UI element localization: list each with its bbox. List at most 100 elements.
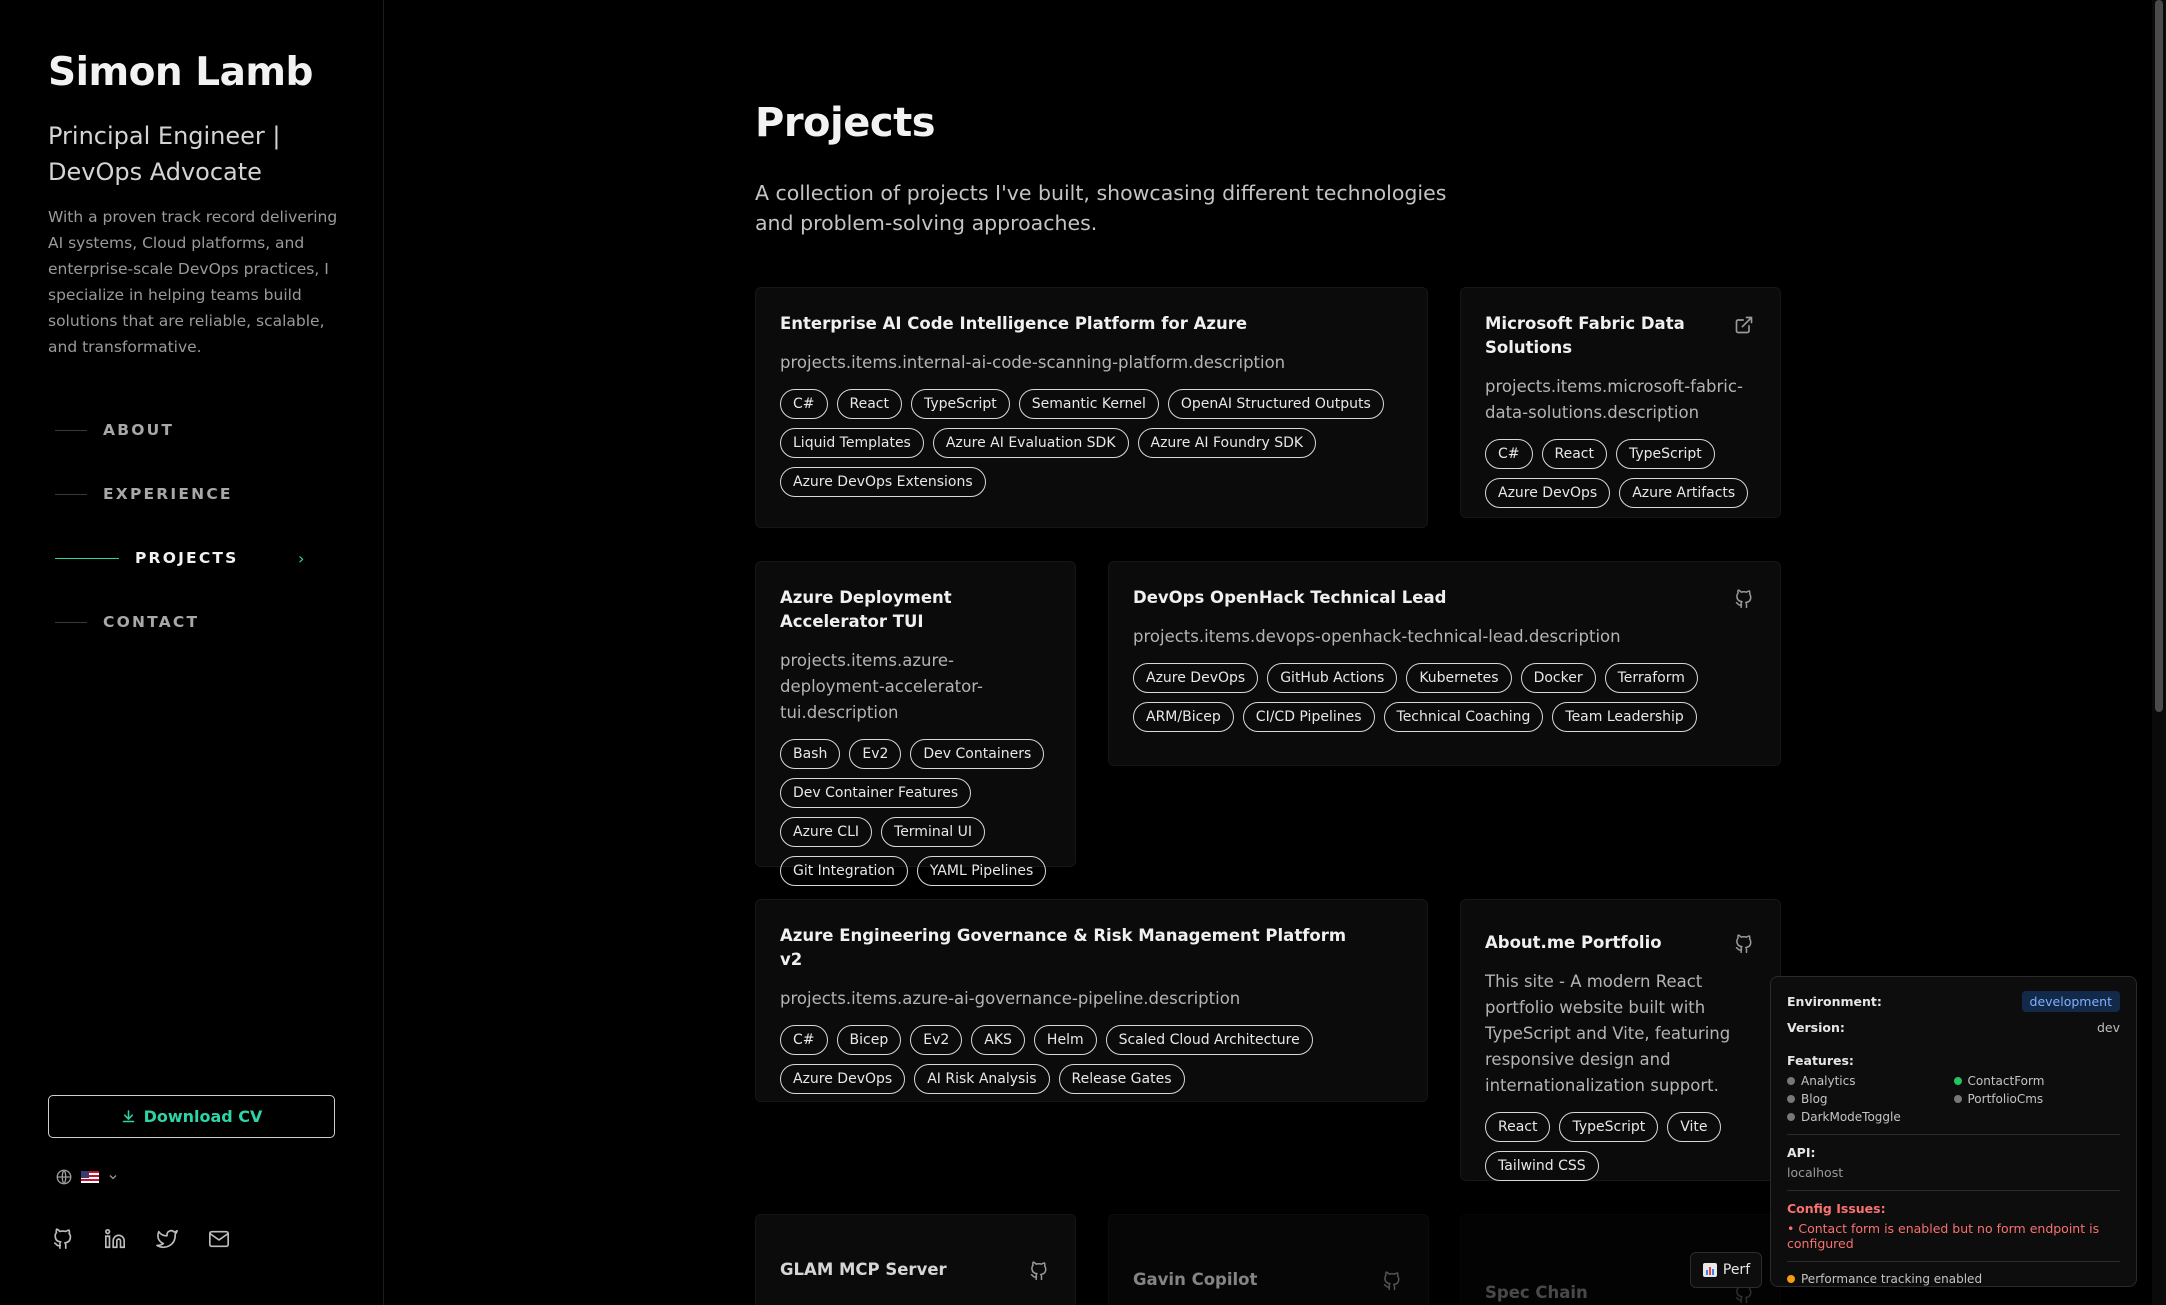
tech-tag: Release Gates xyxy=(1058,1064,1185,1094)
version-value: dev xyxy=(2096,1020,2120,1035)
profile-role: Principal Engineer | DevOps Advocate xyxy=(48,122,281,186)
tech-tag: Azure DevOps xyxy=(1485,478,1611,508)
features-label: Features: xyxy=(1787,1053,1854,1068)
config-issue: • Contact form is enabled but no form en… xyxy=(1787,1221,2100,1251)
chevron-right-icon: › xyxy=(298,548,305,568)
feature-name: DarkModeToggle xyxy=(1801,1110,1901,1124)
nav-item-projects[interactable]: PROJECTS › xyxy=(55,526,304,590)
project-card[interactable]: Gavin Copilot xyxy=(1108,1214,1429,1305)
download-cv-label: Download CV xyxy=(143,1107,263,1126)
tech-tag: Terminal UI xyxy=(881,817,986,847)
feature-name: ContactForm xyxy=(1967,1074,2045,1088)
project-card[interactable]: DevOps OpenHack Technical Lead projects.… xyxy=(1108,561,1781,766)
nav-label: EXPERIENCE xyxy=(103,485,233,503)
project-title: Azure Deployment Accelerator TUI xyxy=(780,588,952,631)
tech-tag: Azure DevOps xyxy=(780,1064,906,1094)
project-description: projects.items.devops-openhack-technical… xyxy=(1133,627,1621,646)
project-tags: Bash Ev2 Dev Containers Dev Container Fe… xyxy=(780,739,1051,886)
nav-indicator xyxy=(55,429,87,431)
project-card[interactable]: GLAM MCP Server xyxy=(755,1214,1076,1305)
github-icon[interactable] xyxy=(1382,1271,1402,1291)
tech-tag: Docker xyxy=(1520,663,1596,693)
dev-config-panel: Environment: development Version: dev Fe… xyxy=(1770,976,2137,1287)
tech-tag: Azure DevOps xyxy=(1133,663,1259,693)
status-dot-icon xyxy=(1787,1113,1795,1121)
perf-status: Performance tracking enabled xyxy=(1787,1272,2120,1286)
project-title: Azure Engineering Governance & Risk Mana… xyxy=(780,926,1347,969)
feature-item: PortfolioCms xyxy=(1953,1092,2121,1106)
environment-row: Environment: development xyxy=(1787,991,2120,1012)
tech-tag: Team Leadership xyxy=(1552,702,1697,732)
globe-icon xyxy=(56,1169,72,1185)
nav-item-experience[interactable]: EXPERIENCE xyxy=(55,462,239,526)
project-tags: C# Bicep Ev2 AKS Helm Scaled Cloud Archi… xyxy=(780,1025,1403,1094)
project-title: About.me Portfolio xyxy=(1485,933,1662,952)
tech-tag: C# xyxy=(1485,439,1533,469)
nav-indicator xyxy=(55,621,87,623)
project-card[interactable]: Azure Deployment Accelerator TUI project… xyxy=(755,561,1076,886)
feature-name: Blog xyxy=(1801,1092,1828,1106)
project-description: projects.items.internal-ai-code-scanning… xyxy=(780,353,1286,372)
perf-button-label: Perf xyxy=(1722,1262,1751,1278)
github-icon[interactable] xyxy=(1734,589,1754,609)
feature-item: DarkModeToggle xyxy=(1787,1110,1954,1124)
tech-tag: Azure AI Evaluation SDK xyxy=(932,428,1129,458)
tech-tag: TypeScript xyxy=(911,389,1010,419)
nav-label: PROJECTS xyxy=(135,549,239,567)
feature-item: Analytics xyxy=(1787,1074,1954,1088)
chevron-down-icon xyxy=(109,1175,117,1180)
tech-tag: Azure Artifacts xyxy=(1619,478,1749,508)
project-card[interactable]: About.me Portfolio This site - A modern … xyxy=(1460,899,1781,1181)
tech-tag: Semantic Kernel xyxy=(1018,389,1159,419)
tech-tag: AI Risk Analysis xyxy=(914,1064,1050,1094)
mail-icon[interactable] xyxy=(208,1228,230,1250)
tech-tag: Scaled Cloud Architecture xyxy=(1105,1025,1313,1055)
tech-tag: Bicep xyxy=(836,1025,902,1055)
tech-tag: Technical Coaching xyxy=(1383,702,1544,732)
status-dot-icon xyxy=(1787,1095,1795,1103)
tech-tag: React xyxy=(836,389,902,419)
project-card[interactable]: Azure Engineering Governance & Risk Mana… xyxy=(755,899,1428,1102)
feature-item: ContactForm xyxy=(1953,1074,2121,1088)
nav-label: CONTACT xyxy=(103,613,200,631)
tech-tag: CI/CD Pipelines xyxy=(1242,702,1375,732)
scrollbar-thumb[interactable] xyxy=(2155,0,2163,712)
page-subtitle: A collection of projects I've built, sho… xyxy=(755,181,1447,235)
github-icon[interactable] xyxy=(52,1228,74,1250)
project-title: Gavin Copilot xyxy=(1133,1270,1258,1289)
project-card[interactable]: Enterprise AI Code Intelligence Platform… xyxy=(755,287,1428,528)
feature-item: Blog xyxy=(1787,1092,1954,1106)
environment-label: Environment: xyxy=(1787,994,1882,1009)
project-tags: C# React TypeScript Semantic Kernel Open… xyxy=(780,389,1403,497)
project-card[interactable]: Microsoft Fabric Data Solutions projects… xyxy=(1460,287,1781,518)
twitter-icon[interactable] xyxy=(156,1228,178,1250)
nav-indicator xyxy=(55,557,119,559)
nav-item-about[interactable]: ABOUT xyxy=(55,398,239,462)
section-nav: ABOUT EXPERIENCE PROJECTS › CONTACT xyxy=(55,398,304,654)
external-link-icon[interactable] xyxy=(1734,315,1754,335)
tech-tag: Azure AI Foundry SDK xyxy=(1137,428,1317,458)
language-selector[interactable] xyxy=(55,1168,119,1186)
linkedin-icon[interactable] xyxy=(104,1228,126,1250)
project-description: projects.items.azure-ai-governance-pipel… xyxy=(780,989,1241,1008)
project-tags: C# React TypeScript Azure DevOps Azure A… xyxy=(1485,439,1756,508)
project-title: Microsoft Fabric Data Solutions xyxy=(1485,314,1685,357)
tech-tag: React xyxy=(1485,1112,1551,1142)
profile-name: Simon Lamb xyxy=(48,50,313,95)
nav-item-contact[interactable]: CONTACT xyxy=(55,590,239,654)
tech-tag: Liquid Templates xyxy=(780,428,924,458)
tech-tag: C# xyxy=(780,389,828,419)
perf-button[interactable]: Perf xyxy=(1690,1252,1762,1288)
tech-tag: ARM/Bicep xyxy=(1133,702,1234,732)
scrollbar[interactable] xyxy=(2152,0,2166,1305)
config-issues-label: Config Issues: xyxy=(1787,1201,1886,1216)
sidebar: Simon Lamb Principal Engineer | DevOps A… xyxy=(0,0,384,1305)
social-links xyxy=(52,1228,230,1250)
feature-name: Analytics xyxy=(1801,1074,1856,1088)
download-cv-button[interactable]: Download CV xyxy=(48,1095,335,1138)
status-dot-icon xyxy=(1787,1275,1795,1283)
github-icon[interactable] xyxy=(1734,934,1754,954)
api-value: localhost xyxy=(1787,1165,1844,1180)
version-label: Version: xyxy=(1787,1020,1845,1035)
github-icon[interactable] xyxy=(1029,1261,1049,1281)
